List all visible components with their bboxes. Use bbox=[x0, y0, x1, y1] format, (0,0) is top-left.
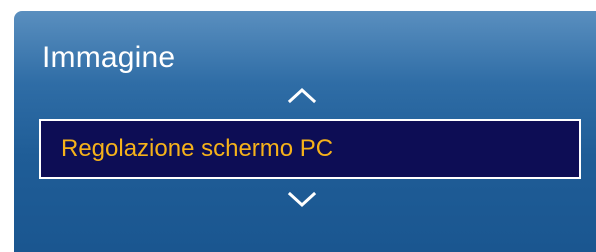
scroll-down-button[interactable] bbox=[284, 188, 320, 212]
menu-item-selected[interactable]: Regolazione schermo PC bbox=[39, 119, 581, 179]
menu-title: Immagine bbox=[42, 41, 176, 74]
chevron-down-icon bbox=[287, 191, 317, 208]
chevron-up-icon bbox=[287, 87, 317, 104]
osd-menu-panel: Immagine Regolazione schermo PC bbox=[14, 11, 596, 252]
menu-item-label: Regolazione schermo PC bbox=[61, 135, 334, 162]
scroll-up-button[interactable] bbox=[284, 83, 320, 107]
